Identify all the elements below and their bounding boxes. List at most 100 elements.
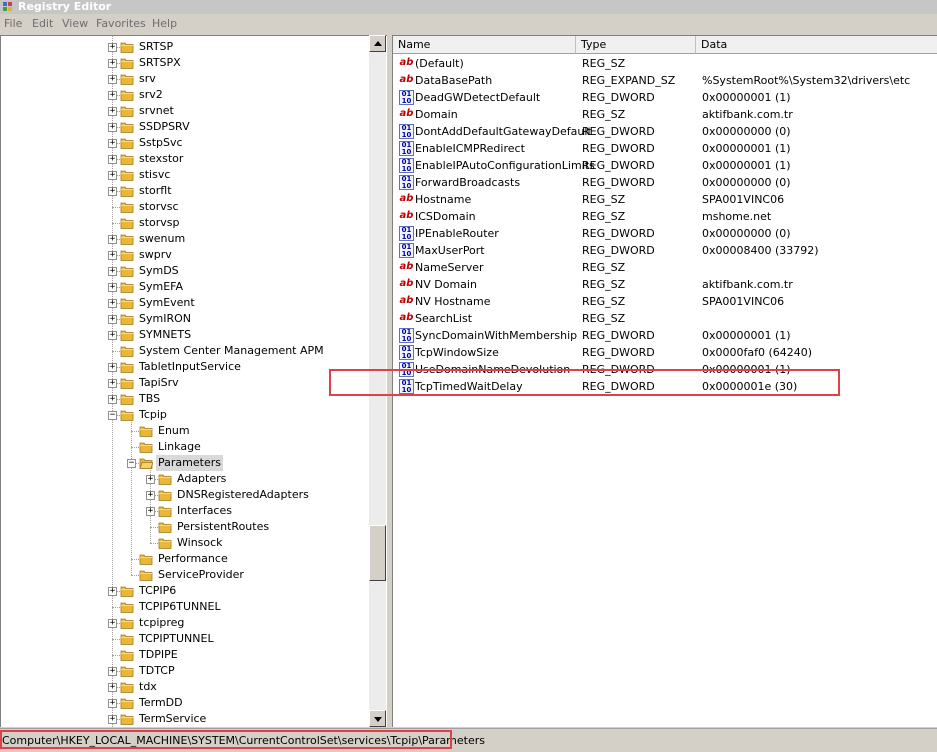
expand-icon[interactable]: + xyxy=(108,171,117,180)
collapse-icon[interactable]: − xyxy=(127,459,136,468)
tree-item-tcpip6[interactable]: + TCPIP6 xyxy=(1,583,371,599)
tree-item-storflt[interactable]: + storflt xyxy=(1,183,371,199)
expand-icon[interactable]: + xyxy=(108,91,117,100)
tree-scrollbar[interactable] xyxy=(369,35,386,727)
tree-item-tbs[interactable]: + TBS xyxy=(1,391,371,407)
tree-item-stisvc[interactable]: + stisvc xyxy=(1,167,371,183)
menu-help[interactable]: Help xyxy=(152,17,177,31)
scroll-down-button[interactable] xyxy=(369,710,386,727)
tree-item-winsock[interactable]: Winsock xyxy=(1,535,371,551)
expand-icon[interactable]: + xyxy=(108,715,117,724)
collapse-icon[interactable]: − xyxy=(108,411,117,420)
expand-icon[interactable]: + xyxy=(146,507,155,516)
value-row[interactable]: ab Domain REG_SZ aktifbank.com.tr xyxy=(393,106,937,123)
expand-icon[interactable]: + xyxy=(108,267,117,276)
tree-item-enum[interactable]: Enum xyxy=(1,423,371,439)
expand-icon[interactable]: + xyxy=(108,699,117,708)
expand-icon[interactable]: + xyxy=(108,43,117,52)
value-row[interactable]: 01 10 UseDomainNameDevolution REG_DWORD 0x00… xyxy=(393,361,937,378)
tree-item-symiron[interactable]: + SymIRON xyxy=(1,311,371,327)
expand-icon[interactable]: + xyxy=(108,363,117,372)
expand-icon[interactable]: + xyxy=(108,139,117,148)
value-row[interactable]: 01 10 EnableICMPRedirect REG_DWORD 0x0000000… xyxy=(393,140,937,157)
tree-item-storvsc[interactable]: storvsc xyxy=(1,199,371,215)
registry-values-list[interactable]: Name Type Data ab (Default) REG_SZ ab DataBa… xyxy=(392,35,937,727)
tree-item-tcpiptunnel[interactable]: TCPIPTUNNEL xyxy=(1,631,371,647)
tree-item-srtsp[interactable]: + SRTSP xyxy=(1,39,371,55)
tree-item-tapisrv[interactable]: + TapiSrv xyxy=(1,375,371,391)
value-row[interactable]: ab Hostname REG_SZ SPA001VINC06 xyxy=(393,191,937,208)
tree-item-linkage[interactable]: Linkage xyxy=(1,439,371,455)
scroll-up-button[interactable] xyxy=(369,35,386,52)
tree-item-symefa[interactable]: + SymEFA xyxy=(1,279,371,295)
expand-icon[interactable]: + xyxy=(108,619,117,628)
expand-icon[interactable]: + xyxy=(108,59,117,68)
tree-item-srv2[interactable]: + srv2 xyxy=(1,87,371,103)
value-row[interactable]: 01 10 ForwardBroadcasts REG_DWORD 0x00000000… xyxy=(393,174,937,191)
tree-item-tcpipreg[interactable]: + tcpipreg xyxy=(1,615,371,631)
expand-icon[interactable]: + xyxy=(146,475,155,484)
expand-icon[interactable]: + xyxy=(108,75,117,84)
tree-item-tabletinputservice[interactable]: + TabletInputService xyxy=(1,359,371,375)
expand-icon[interactable]: + xyxy=(108,379,117,388)
tree-item-swenum[interactable]: + swenum xyxy=(1,231,371,247)
tree-item-termservice[interactable]: + TermService xyxy=(1,711,371,727)
value-row[interactable]: 01 10 SyncDomainWithMembership REG_DWORD 0x0… xyxy=(393,327,937,344)
expand-icon[interactable]: + xyxy=(108,315,117,324)
value-row[interactable]: 01 10 TcpTimedWaitDelay REG_DWORD 0x0000001e… xyxy=(393,378,937,395)
tree-item-system-center-management-apm[interactable]: System Center Management APM xyxy=(1,343,371,359)
tree-item-dnsregisteredadapters[interactable]: + DNSRegisteredAdapters xyxy=(1,487,371,503)
tree-item-ssdpsrv[interactable]: + SSDPSRV xyxy=(1,119,371,135)
tree-item-serviceprovider[interactable]: ServiceProvider xyxy=(1,567,371,583)
value-row[interactable]: ab (Default) REG_SZ xyxy=(393,55,937,72)
expand-icon[interactable]: + xyxy=(108,395,117,404)
tree-item-symevent[interactable]: + SymEvent xyxy=(1,295,371,311)
column-header-name[interactable]: Name xyxy=(393,36,576,54)
value-row[interactable]: 01 10 MaxUserPort REG_DWORD 0x00008400 (3379… xyxy=(393,242,937,259)
expand-icon[interactable]: + xyxy=(108,331,117,340)
tree-item-symnets[interactable]: + SYMNETS xyxy=(1,327,371,343)
expand-icon[interactable]: + xyxy=(108,683,117,692)
expand-icon[interactable]: + xyxy=(108,155,117,164)
value-row[interactable]: ab ICSDomain REG_SZ mshome.net xyxy=(393,208,937,225)
registry-key-tree[interactable]: + SRTSP + SRTSPX + srv + srv2 + srvnet + SSDP… xyxy=(0,35,387,727)
tree-item-tdtcp[interactable]: + TDTCP xyxy=(1,663,371,679)
tree-item-termdd[interactable]: + TermDD xyxy=(1,695,371,711)
value-row[interactable]: ab NameServer REG_SZ xyxy=(393,259,937,276)
tree-item-sstpsvc[interactable]: + SstpSvc xyxy=(1,135,371,151)
tree-item-swprv[interactable]: + swprv xyxy=(1,247,371,263)
tree-item-stexstor[interactable]: + stexstor xyxy=(1,151,371,167)
expand-icon[interactable]: + xyxy=(108,187,117,196)
value-row[interactable]: ab NV Hostname REG_SZ SPA001VINC06 xyxy=(393,293,937,310)
tree-item-tdx[interactable]: + tdx xyxy=(1,679,371,695)
menu-file[interactable]: File xyxy=(4,17,22,31)
tree-item-symds[interactable]: + SymDS xyxy=(1,263,371,279)
tree-item-parameters[interactable]: − Parameters xyxy=(1,455,371,471)
expand-icon[interactable]: + xyxy=(108,235,117,244)
value-row[interactable]: 01 10 DeadGWDetectDefault REG_DWORD 0x000000… xyxy=(393,89,937,106)
expand-icon[interactable]: + xyxy=(108,123,117,132)
value-row[interactable]: ab DataBasePath REG_EXPAND_SZ %SystemRoot%\… xyxy=(393,72,937,89)
tree-item-tcpip[interactable]: − Tcpip xyxy=(1,407,371,423)
tree-item-persistentroutes[interactable]: PersistentRoutes xyxy=(1,519,371,535)
column-header-type[interactable]: Type xyxy=(576,36,696,54)
expand-icon[interactable]: + xyxy=(108,107,117,116)
menu-view[interactable]: View xyxy=(62,17,88,31)
expand-icon[interactable]: + xyxy=(108,299,117,308)
value-row[interactable]: 01 10 DontAddDefaultGatewayDefault REG_DWOR… xyxy=(393,123,937,140)
value-row[interactable]: ab SearchList REG_SZ xyxy=(393,310,937,327)
expand-icon[interactable]: + xyxy=(108,667,117,676)
tree-item-srv[interactable]: + srv xyxy=(1,71,371,87)
expand-icon[interactable]: + xyxy=(108,283,117,292)
expand-icon[interactable]: + xyxy=(108,251,117,260)
tree-item-storvsp[interactable]: storvsp xyxy=(1,215,371,231)
value-row[interactable]: 01 10 TcpWindowSize REG_DWORD 0x0000faf0 (64… xyxy=(393,344,937,361)
tree-item-tcpip6tunnel[interactable]: TCPIP6TUNNEL xyxy=(1,599,371,615)
tree-item-srtspx[interactable]: + SRTSPX xyxy=(1,55,371,71)
value-row[interactable]: 01 10 IPEnableRouter REG_DWORD 0x00000000 (0… xyxy=(393,225,937,242)
tree-item-tdpipe[interactable]: TDPIPE xyxy=(1,647,371,663)
column-header-data[interactable]: Data xyxy=(696,36,937,54)
expand-icon[interactable]: + xyxy=(108,587,117,596)
value-row[interactable]: 01 10 EnableIPAutoConfigurationLimits REG_D… xyxy=(393,157,937,174)
menu-edit[interactable]: Edit xyxy=(32,17,53,31)
